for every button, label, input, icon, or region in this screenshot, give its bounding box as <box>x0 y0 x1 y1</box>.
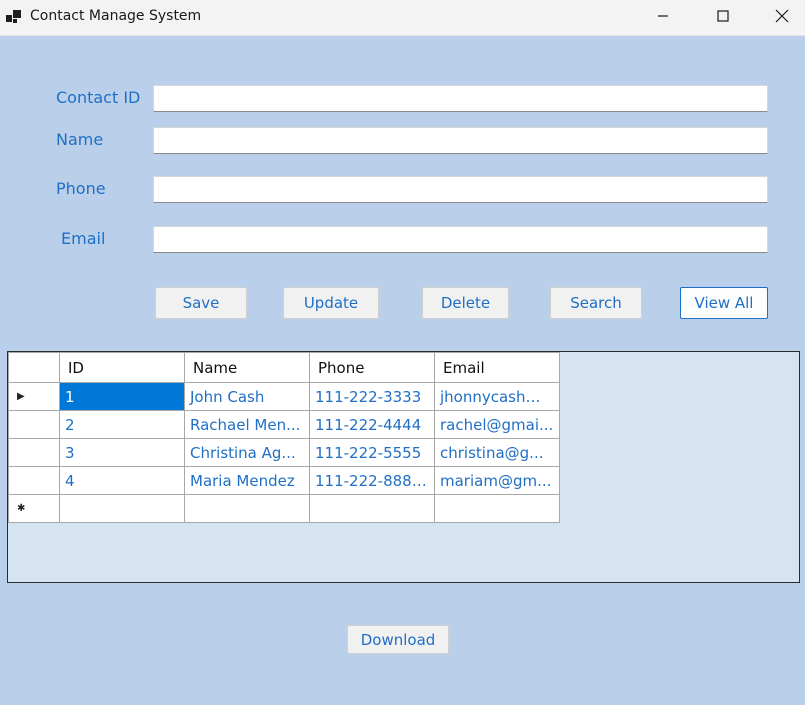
table-cell-id[interactable]: 4 <box>59 466 185 495</box>
maximize-button[interactable] <box>700 0 746 32</box>
column-header-name[interactable]: Name <box>184 352 310 383</box>
name-label: Name <box>56 130 104 149</box>
table-cell-name[interactable]: Maria Mendez <box>184 466 310 495</box>
table-row[interactable]: ▶ 1 John Cash 111-222-3333 jhonnycash@..… <box>8 382 560 411</box>
phone-field[interactable] <box>153 176 768 203</box>
current-row-icon[interactable]: ▶ <box>8 382 60 411</box>
table-cell-id[interactable] <box>59 494 185 523</box>
column-header-id[interactable]: ID <box>59 352 185 383</box>
table-cell-email[interactable]: mariam@gm... <box>434 466 560 495</box>
table-cell-phone[interactable]: 111-222-4444 <box>309 410 435 439</box>
title-bar: Contact Manage System <box>0 0 805 36</box>
save-button[interactable]: Save <box>155 287 247 319</box>
download-button[interactable]: Download <box>347 625 449 654</box>
window-title: Contact Manage System <box>30 8 202 24</box>
contact-id-label: Contact ID <box>56 88 141 107</box>
table-cell-email[interactable]: jhonnycash@... <box>434 382 560 411</box>
table-cell-email[interactable]: christina@g... <box>434 438 560 467</box>
close-icon <box>775 9 789 23</box>
column-header-email[interactable]: Email <box>434 352 560 383</box>
table-row[interactable]: 2 Rachael Men... 111-222-4444 rachel@gma… <box>8 410 560 439</box>
new-row[interactable]: ✱ <box>8 494 560 523</box>
minimize-button[interactable] <box>640 0 686 32</box>
grid-corner-cell[interactable] <box>8 352 60 383</box>
close-button[interactable] <box>759 0 805 32</box>
table-cell-email[interactable] <box>434 494 560 523</box>
table-row[interactable]: 3 Christina Ag... 111-222-5555 christina… <box>8 438 560 467</box>
column-header-phone[interactable]: Phone <box>309 352 435 383</box>
contacts-table: ID Name Phone Email ▶ 1 John Cash 111-22… <box>8 352 560 523</box>
row-header-cell[interactable] <box>8 438 60 467</box>
row-header-cell[interactable] <box>8 466 60 495</box>
minimize-icon <box>658 15 668 17</box>
table-cell-name[interactable]: Christina Ag... <box>184 438 310 467</box>
table-cell-phone[interactable]: 111-222-5555 <box>309 438 435 467</box>
table-cell-id[interactable]: 2 <box>59 410 185 439</box>
contacts-grid[interactable]: ID Name Phone Email ▶ 1 John Cash 111-22… <box>7 351 800 583</box>
app-icon <box>6 10 22 24</box>
table-cell-phone[interactable]: 111-222-88888 <box>309 466 435 495</box>
maximize-icon <box>717 10 729 22</box>
contact-id-field[interactable] <box>153 85 768 112</box>
name-field[interactable] <box>153 127 768 154</box>
search-button[interactable]: Search <box>550 287 642 319</box>
table-cell-name[interactable]: John Cash <box>184 382 310 411</box>
table-row[interactable]: 4 Maria Mendez 111-222-88888 mariam@gm..… <box>8 466 560 495</box>
update-button[interactable]: Update <box>283 287 379 319</box>
table-cell-name[interactable]: Rachael Men... <box>184 410 310 439</box>
table-cell-id[interactable]: 3 <box>59 438 185 467</box>
email-field[interactable] <box>153 226 768 253</box>
delete-button[interactable]: Delete <box>422 287 509 319</box>
phone-label: Phone <box>56 179 106 198</box>
table-cell-phone[interactable] <box>309 494 435 523</box>
email-label: Email <box>61 229 106 248</box>
table-cell-email[interactable]: rachel@gmai... <box>434 410 560 439</box>
table-cell-name[interactable] <box>184 494 310 523</box>
view-all-button[interactable]: View All <box>680 287 768 319</box>
grid-header-row: ID Name Phone Email <box>8 352 560 383</box>
new-row-icon[interactable]: ✱ <box>8 494 60 523</box>
row-header-cell[interactable] <box>8 410 60 439</box>
table-cell-phone[interactable]: 111-222-3333 <box>309 382 435 411</box>
table-cell-id[interactable]: 1 <box>59 382 185 411</box>
